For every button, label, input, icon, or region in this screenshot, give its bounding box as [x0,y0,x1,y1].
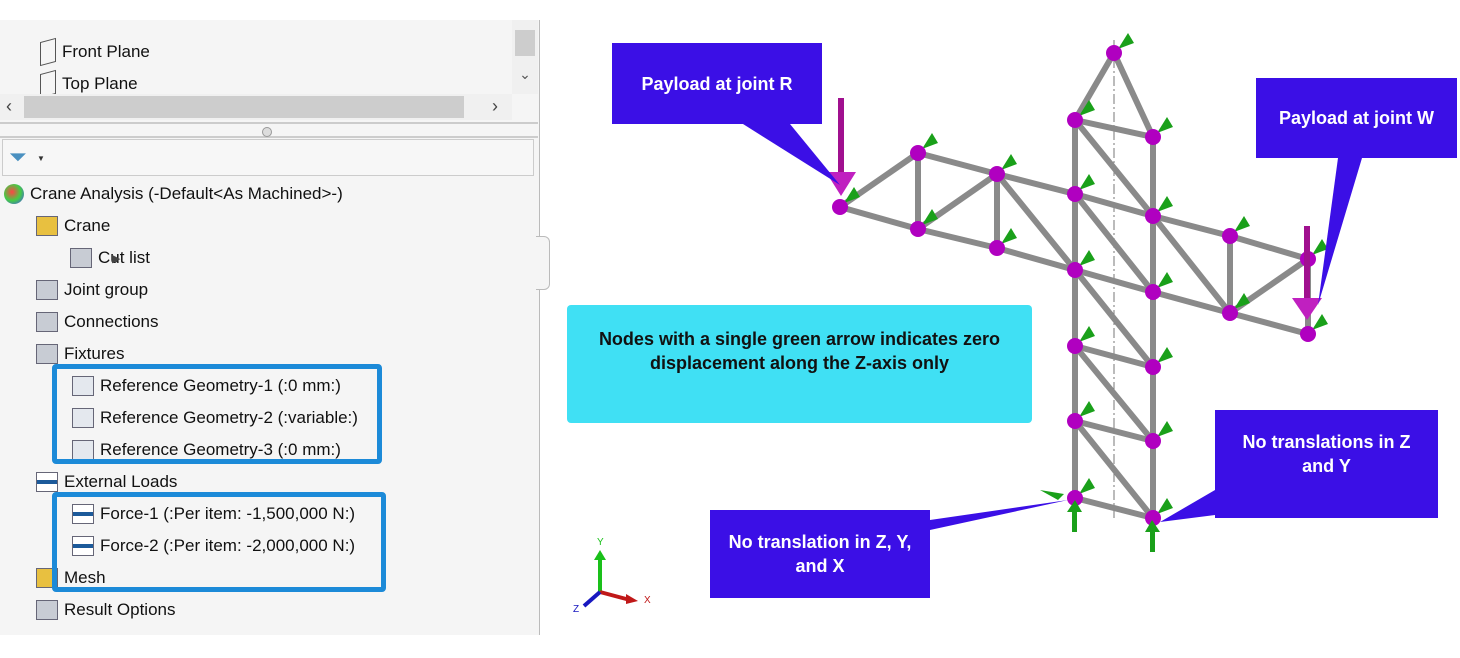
callout-note: Nodes with a single green arrow indicate… [567,305,1032,423]
triad-y-label: Y [597,537,604,548]
fixture-arrow [1001,154,1017,170]
callout-no-translations-zy: No translations in Z and Y [1215,410,1438,518]
joint-node[interactable] [1067,413,1083,429]
truss-member [915,150,1000,177]
joint-node[interactable] [1067,338,1083,354]
joint-node[interactable] [1067,186,1083,202]
triad-z-label: Z [573,604,579,615]
fixture-arrow [922,133,938,149]
fixture-arrow [1234,216,1250,232]
joint-node[interactable] [989,166,1005,182]
callout-payload-w: Payload at joint W [1256,78,1457,158]
joint-node[interactable] [1300,326,1316,342]
fixture-arrow [1157,272,1173,288]
truss-member [915,226,1000,251]
fixture-arrow [1157,421,1173,437]
force-arrow-r [826,98,856,196]
fixture-arrow [1079,250,1095,266]
truss-member [1111,50,1156,140]
callout-no-translation-zyx: No translation in Z, Y, and X [710,510,930,598]
joint-node[interactable] [1222,228,1238,244]
callout-pointer-zyx [930,500,1068,530]
fixture-arrow [1079,478,1095,494]
fixture-arrow [1157,117,1173,133]
fixture-arrow [1079,401,1095,417]
joint-node[interactable] [1067,262,1083,278]
coordinate-triad: Y X Z [573,537,651,615]
callout-pointer-r [743,124,840,185]
joint-node[interactable] [989,240,1005,256]
triad-x-label: X [644,595,651,606]
truss-member [837,204,921,232]
fixture-arrow [1157,498,1173,514]
truss-member [1227,310,1311,337]
joint-node[interactable] [1145,284,1161,300]
callout-pointer-w [1318,158,1362,305]
fixture-arrow [1040,490,1160,552]
joint-node[interactable] [832,199,848,215]
joint-node[interactable] [1145,129,1161,145]
fixture-arrow [1079,174,1095,190]
fixture-arrow [1312,314,1328,330]
fixture-arrow [1079,326,1095,342]
fixture-arrow [1118,33,1134,49]
joint-node[interactable] [910,145,926,161]
force-arrow-w [1292,226,1322,320]
joint-node[interactable] [1067,112,1083,128]
joint-node[interactable] [1145,208,1161,224]
fixture-arrow [1157,196,1173,212]
joint-node[interactable] [1145,433,1161,449]
truss-member [1227,233,1311,262]
joint-node[interactable] [1106,45,1122,61]
callout-payload-r: Payload at joint R [612,43,822,124]
joint-node[interactable] [1145,359,1161,375]
fixture-arrow [1157,347,1173,363]
joint-node[interactable] [1222,305,1238,321]
joint-node[interactable] [910,221,926,237]
fixture-arrow [1001,228,1017,244]
